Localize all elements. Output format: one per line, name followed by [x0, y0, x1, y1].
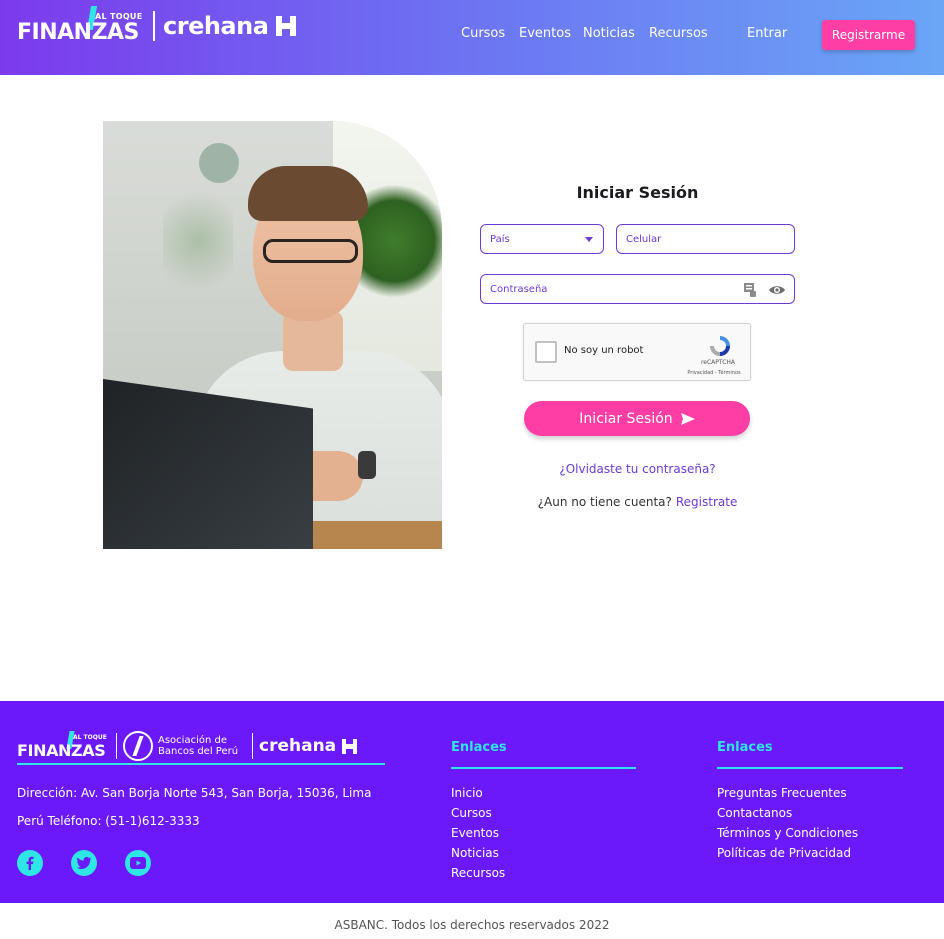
footer-col1-list: Inicio Cursos Eventos Noticias Recursos — [451, 786, 505, 886]
crehana-mark-icon — [276, 16, 297, 36]
footer-link-terms[interactable]: Términos y Condiciones — [717, 826, 858, 846]
recaptcha-logo-icon — [710, 336, 730, 356]
footer-link-contact[interactable]: Contactanos — [717, 806, 858, 826]
youtube-icon[interactable] — [125, 850, 151, 876]
footer-finanzas-logo: AL TOQUE FINANZAS — [17, 731, 110, 761]
copyright-text: ASBANC. Todos los derechos reservados 20… — [334, 918, 610, 932]
footer-link-eventos[interactable]: Eventos — [451, 826, 505, 846]
site-header: AL TOQUE FINANZAS crehana Cursos Eventos… — [0, 0, 944, 75]
facebook-icon[interactable] — [17, 850, 43, 876]
recaptcha-links[interactable]: Privacidad - Términos — [674, 370, 754, 376]
finanzas-al-toque-logo: AL TOQUE FINANZAS — [17, 6, 147, 46]
footer-link-recursos[interactable]: Recursos — [451, 866, 505, 886]
forgot-password-link[interactable]: ¿Olvidaste tu contraseña? — [480, 462, 795, 476]
login-submit-button[interactable]: Iniciar Sesión — [524, 401, 750, 436]
nav-recursos[interactable]: Recursos — [649, 26, 708, 41]
footer-logos: AL TOQUE FINANZAS Asociación de Bancos d… — [17, 729, 358, 763]
footer-col1-title: Enlaces — [451, 740, 507, 755]
footer-link-privacy[interactable]: Políticas de Privacidad — [717, 846, 858, 866]
password-input[interactable]: Contraseña — [480, 274, 795, 304]
twitter-icon[interactable] — [71, 850, 97, 876]
asbanc-mark-icon — [123, 731, 153, 761]
nav-eventos[interactable]: Eventos — [519, 26, 571, 41]
footer-address: Dirección: Av. San Borja Norte 543, San … — [17, 786, 372, 800]
signup-link[interactable]: Registrate — [676, 495, 737, 509]
footer-link-faq[interactable]: Preguntas Frecuentes — [717, 786, 858, 806]
logo-divider — [153, 11, 155, 41]
footer-col2-divider — [717, 767, 903, 769]
footer-link-cursos[interactable]: Cursos — [451, 806, 505, 826]
footer-col1-divider — [451, 767, 636, 769]
nav-cursos[interactable]: Cursos — [461, 26, 505, 41]
hero-photo — [103, 121, 442, 549]
recaptcha-checkbox[interactable] — [535, 341, 557, 363]
footer-crehana-logo: crehana — [259, 736, 358, 756]
recaptcha-label: No soy un robot — [564, 345, 644, 356]
footer-link-noticias[interactable]: Noticias — [451, 846, 505, 866]
login-title: Iniciar Sesión — [576, 183, 699, 202]
brand-logos[interactable]: AL TOQUE FINANZAS crehana — [17, 6, 297, 46]
footer-phone: Perú Teléfono: (51-1)612-3333 — [17, 814, 200, 828]
show-password-eye-icon[interactable] — [768, 284, 786, 296]
nav-entrar[interactable]: Entrar — [747, 26, 787, 41]
crehana-logo: crehana — [163, 12, 297, 40]
site-footer: AL TOQUE FINANZAS Asociación de Bancos d… — [0, 701, 944, 903]
footer-col2-list: Preguntas Frecuentes Contactanos Término… — [717, 786, 858, 866]
register-button[interactable]: Registrarme — [822, 20, 915, 50]
recaptcha-widget: No soy un robot reCAPTCHA Privacidad - T… — [523, 323, 751, 381]
chevron-down-icon — [585, 237, 593, 242]
country-select[interactable]: País — [480, 224, 604, 254]
phone-input[interactable]: Celular — [616, 224, 795, 254]
footer-divider — [17, 763, 385, 765]
asbanc-logo: Asociación de Bancos del Perú — [123, 731, 246, 761]
footer-col2-title: Enlaces — [717, 740, 773, 755]
send-icon — [680, 412, 695, 425]
crehana-mark-icon — [342, 738, 358, 754]
footer-link-inicio[interactable]: Inicio — [451, 786, 505, 806]
signup-row: ¿Aun no tiene cuenta? Registrate — [537, 495, 738, 509]
password-manager-icon[interactable] — [744, 283, 756, 297]
nav-noticias[interactable]: Noticias — [583, 26, 635, 41]
